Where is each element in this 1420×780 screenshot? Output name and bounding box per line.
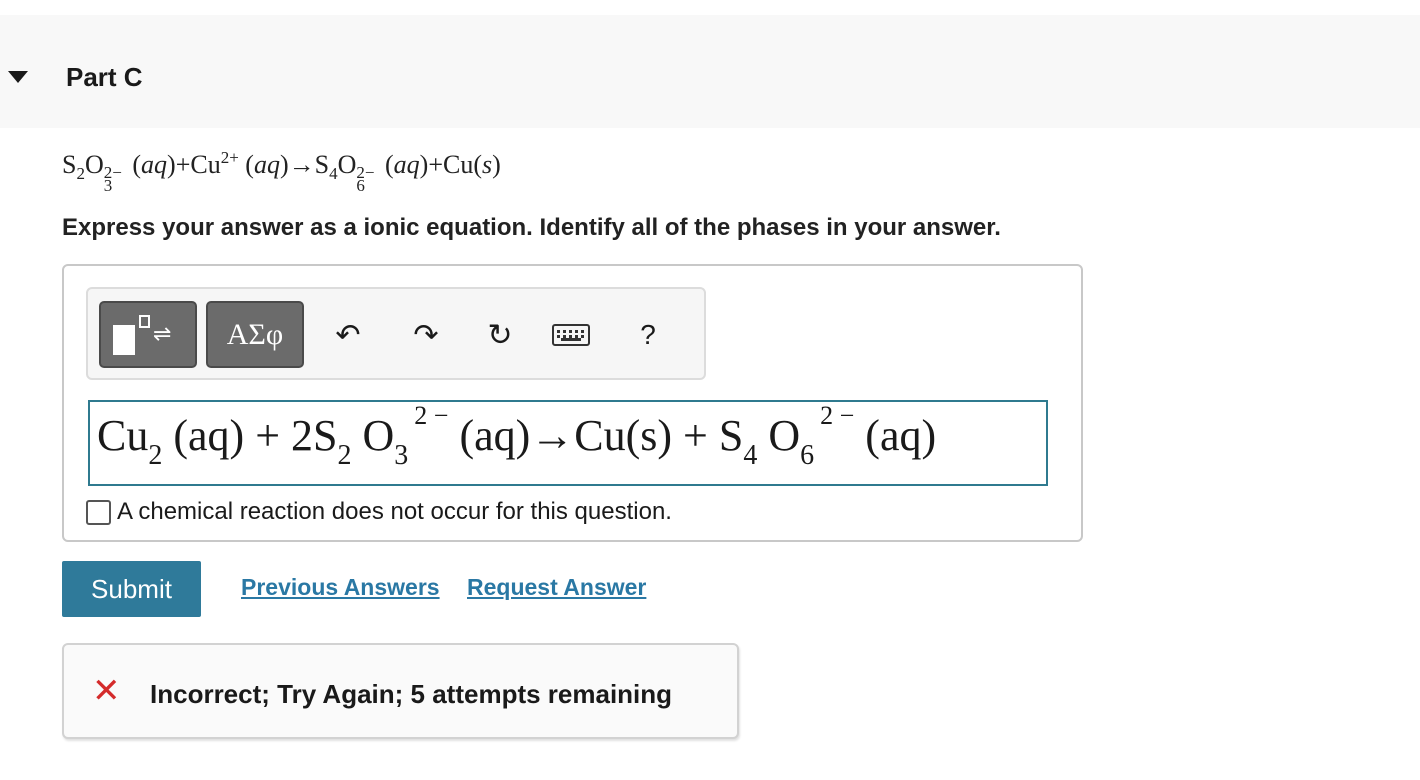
previous-answers-link[interactable]: Previous Answers (241, 574, 440, 601)
keyboard-icon[interactable] (549, 309, 593, 361)
greek-symbols-button[interactable]: ΑΣφ (206, 301, 304, 368)
instructions: Express your answer as a ionic equation.… (62, 214, 1001, 241)
part-header[interactable]: Part C (0, 15, 1420, 128)
incorrect-x-icon: ✕ (92, 672, 121, 710)
eq-reactant-1: S2O (62, 150, 104, 183)
feedback-panel: ✕ Incorrect; Try Again; 5 attempts remai… (62, 643, 739, 739)
math-toolbar: ⇌ ΑΣφ ↶ ↷ ↻ ? (86, 287, 706, 380)
subscript-tetrathionate: 6 (356, 176, 365, 195)
eq-product-2: Cu( (443, 150, 482, 179)
charge-copper: 2+ (220, 148, 239, 167)
question-equation: S2O 2− 3 (aq)+Cu2+ (aq)→S4O 2− 6 (aq)+Cu(s) (62, 148, 501, 195)
no-reaction-option[interactable]: A chemical reaction does not occur for t… (86, 498, 672, 526)
answer-box: ⇌ ΑΣφ ↶ ↷ ↻ ? Cu2 (aq) + 2S2 O32 − (aq)→… (62, 264, 1083, 542)
answer-equation-input[interactable]: Cu2 (aq) + 2S2 O32 − (aq)→Cu(s) + S4 O62… (88, 400, 1048, 486)
collapse-caret-icon[interactable] (8, 71, 28, 83)
part-title: Part C (66, 62, 143, 92)
submit-button[interactable]: Submit (62, 561, 201, 617)
help-icon[interactable]: ? (626, 309, 670, 361)
reset-icon[interactable]: ↻ (478, 309, 522, 361)
no-reaction-label: A chemical reaction does not occur for t… (117, 498, 672, 525)
reaction-arrow: → (288, 150, 315, 179)
eq-product-1: S4O (314, 150, 357, 183)
eq-reactant-2: Cu (190, 150, 221, 179)
templates-button[interactable]: ⇌ (99, 301, 197, 368)
subscript-thiosulfate: 3 (103, 176, 113, 195)
no-reaction-checkbox[interactable] (86, 499, 111, 525)
undo-icon[interactable]: ↶ (326, 309, 370, 361)
redo-icon[interactable]: ↷ (404, 309, 448, 361)
request-answer-link[interactable]: Request Answer (467, 574, 646, 601)
feedback-message: Incorrect; Try Again; 5 attempts remaini… (150, 679, 673, 709)
